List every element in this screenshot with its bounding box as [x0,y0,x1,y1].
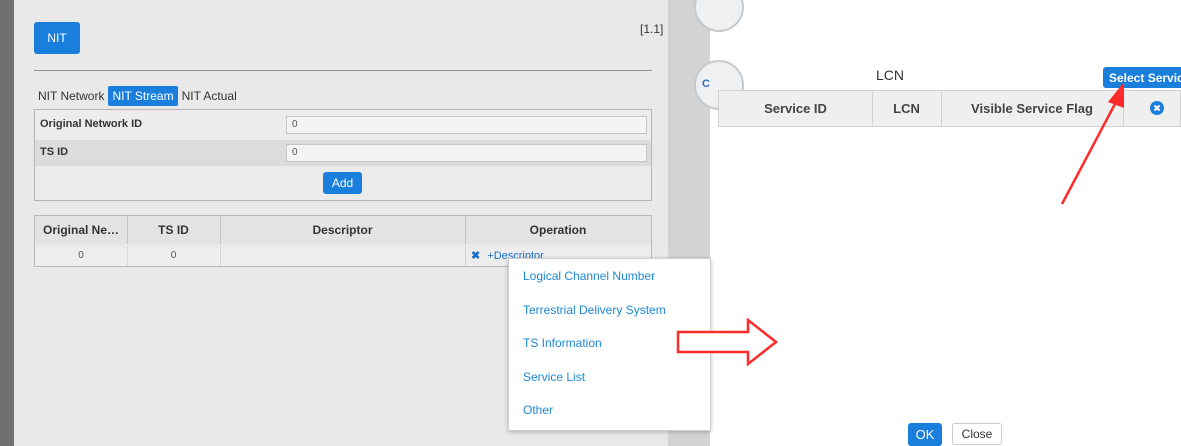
original-network-id-label: Original Network ID [40,118,143,130]
nit-button[interactable]: NIT [34,22,80,54]
ok-button[interactable]: OK [908,423,942,446]
menu-item-service-list[interactable]: Service List [523,370,585,384]
menu-item-ts-information[interactable]: TS Information [523,336,602,350]
col-descriptor[interactable]: Descriptor [220,216,466,244]
stream-form: Original Network ID 0 TS ID 0 Add [34,109,652,201]
delete-row-icon[interactable]: ✖ [471,250,480,262]
nit-config-screenshot: C NIT [1.1] NIT Network NIT Stream NIT A… [0,0,744,446]
pointer-arrow-icon [1060,82,1124,205]
col-service-id: Service ID [719,91,873,126]
remove-all-icon[interactable] [1150,101,1164,115]
add-button[interactable]: Add [323,172,362,194]
tab-nit-network[interactable]: NIT Network [38,87,108,105]
tab-nit-stream[interactable]: NIT Stream [108,86,178,106]
left-edge-bar [0,0,14,446]
col-ts-id[interactable]: TS ID [127,216,221,244]
cell-original-network-id: 0 [35,246,128,266]
cell-ts-id: 0 [127,246,221,266]
col-operation: Operation [529,223,587,237]
menu-item-other[interactable]: Other [523,403,553,417]
nit-tabs: NIT Network NIT Stream NIT Actual [38,86,241,106]
transition-arrow-icon [676,318,779,366]
dialog-title: LCN [876,67,905,83]
cell-descriptor [220,246,466,266]
close-button[interactable]: Close [952,423,1002,445]
col-original-network-id[interactable]: Original Ne… [35,216,128,244]
original-network-id-input[interactable]: 0 [286,116,647,134]
side-circle-button-1[interactable] [694,0,744,32]
divider [34,70,652,71]
menu-item-logical-channel-number[interactable]: Logical Channel Number [523,269,655,283]
menu-item-terrestrial-delivery-system[interactable]: Terrestrial Delivery System [523,303,666,317]
ts-id-label: TS ID [40,146,69,158]
page-indicator: [1.1] [640,22,664,36]
tab-nit-actual[interactable]: NIT Actual [182,87,241,105]
ts-id-input[interactable]: 0 [286,144,647,162]
form-row-original-network-id: Original Network ID 0 [35,112,651,138]
form-row-ts-id: TS ID 0 [35,140,651,166]
col-lcn: LCN [872,91,942,126]
